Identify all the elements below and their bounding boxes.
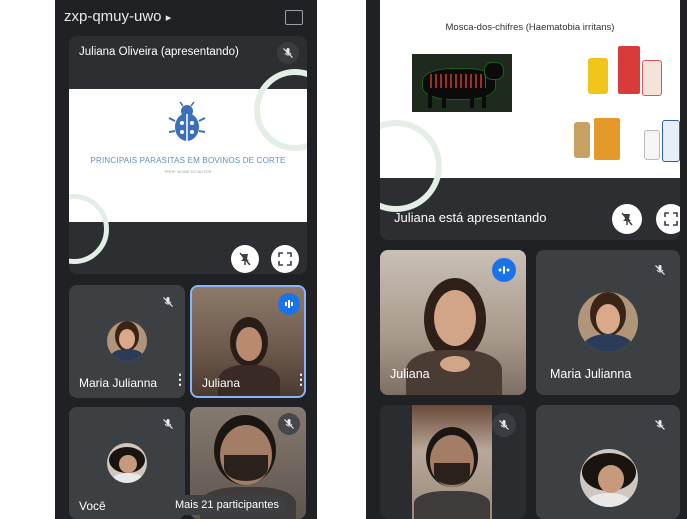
fullscreen-button[interactable]: [271, 245, 299, 273]
product-box-red: [618, 46, 640, 94]
more-options-icon[interactable]: ⋮: [294, 372, 304, 386]
slide-decor-arc: [380, 120, 442, 212]
right-meeting-panel: Mosca-dos-chifres (Haematobia irritans) …: [366, 0, 687, 519]
speaking-indicator-icon: [278, 293, 300, 315]
cattle-image: [412, 54, 512, 112]
participant-tile-active[interactable]: Juliana ⋮: [190, 285, 306, 398]
meeting-code[interactable]: zxp-qmuy-uwo ▸: [64, 8, 171, 25]
presentation-area[interactable]: Mosca-dos-chifres (Haematobia irritans) …: [380, 0, 680, 240]
camera-switch-icon[interactable]: [285, 10, 303, 25]
mic-off-icon[interactable]: [648, 413, 672, 437]
participant-name: Você: [79, 499, 106, 513]
chevron-right-icon: ▸: [165, 12, 172, 24]
presenting-label: Juliana está apresentando: [394, 210, 547, 225]
slide-heading: Mosca-dos-chifres (Haematobia irritans): [445, 22, 615, 33]
participant-tile[interactable]: [536, 405, 680, 519]
participant-video: [412, 405, 492, 519]
mic-off-icon[interactable]: [277, 42, 299, 64]
mic-off-icon[interactable]: [278, 413, 300, 435]
avatar: [578, 292, 638, 352]
slide-title: PRINCIPAIS PARASITAS EM BOVINOS DE CORTE: [90, 156, 286, 165]
slide-decor-arc-bottom: [69, 194, 109, 264]
product-bottle-blue: [662, 120, 680, 162]
product-box-orange: [594, 118, 620, 160]
more-participants-button[interactable]: Mais 21 participantes: [167, 495, 287, 515]
more-options-icon[interactable]: ⋮: [173, 372, 185, 386]
speaking-indicator-icon: [492, 258, 516, 282]
avatar: [107, 321, 147, 361]
mic-off-icon[interactable]: [157, 291, 179, 313]
participant-name: Maria Julianna: [550, 367, 632, 381]
participant-tile[interactable]: Maria Julianna: [536, 250, 680, 395]
participant-name: Juliana: [202, 376, 241, 390]
product-bottle-brown: [574, 122, 590, 158]
meeting-code-text: zxp-qmuy-uwo: [64, 8, 162, 25]
product-bottle-white: [642, 60, 662, 96]
participant-name: Maria Julianna: [79, 376, 158, 390]
mic-off-icon[interactable]: [648, 258, 672, 282]
slide-decor-arc: [254, 69, 307, 151]
participant-tile[interactable]: Maria Julianna ⋮: [69, 285, 185, 398]
unpin-button[interactable]: [231, 245, 259, 273]
mic-off-icon[interactable]: [492, 413, 516, 437]
mic-off-icon[interactable]: [157, 413, 179, 435]
shared-slide: Mosca-dos-chifres (Haematobia irritans): [380, 0, 680, 212]
avatar: [107, 443, 147, 483]
shared-slide: PRINCIPAIS PARASITAS EM BOVINOS DE CORTE…: [69, 69, 307, 264]
unpin-button[interactable]: [612, 204, 642, 234]
participant-name: Juliana: [390, 367, 430, 381]
slide-subtitle: PROF. NOME DO AUTOR: [164, 169, 212, 174]
beetle-icon: [168, 101, 206, 141]
participant-tile-active[interactable]: Juliana: [380, 250, 526, 395]
presenter-label: Juliana Oliveira (apresentando): [79, 46, 239, 58]
participant-tile[interactable]: [380, 405, 526, 519]
avatar: [580, 449, 638, 507]
presentation-tile[interactable]: Juliana Oliveira (apresentando) PRINCIPA…: [69, 36, 307, 274]
fullscreen-button[interactable]: [656, 204, 680, 234]
product-bottle-yellow: [588, 58, 608, 94]
product-bottle-white-small: [644, 130, 660, 160]
left-meeting-panel: zxp-qmuy-uwo ▸ Juliana Oliveira (apresen…: [55, 0, 317, 519]
